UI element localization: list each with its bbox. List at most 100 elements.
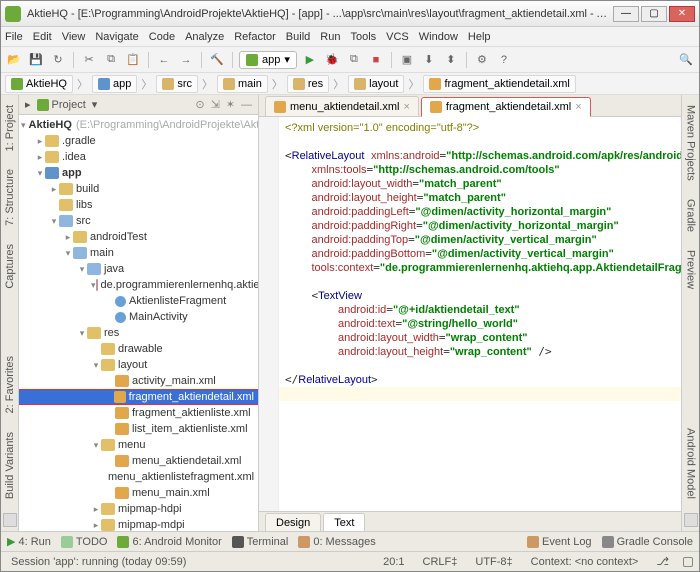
menu-file[interactable]: File — [5, 31, 23, 43]
tree-item[interactable]: ▾res — [19, 325, 258, 341]
save-icon[interactable]: 💾 — [27, 51, 45, 69]
menu-build[interactable]: Build — [286, 31, 310, 43]
tool-event-log[interactable]: Event Log — [527, 536, 592, 548]
crumb-res[interactable]: res — [287, 75, 329, 93]
tree-item[interactable]: ▸.gradle — [19, 133, 258, 149]
chevron-down-icon[interactable]: ▾ — [92, 98, 98, 111]
tree-item[interactable]: MainActivity — [19, 309, 258, 325]
gutter-corner-icon[interactable] — [684, 513, 698, 527]
tool-messages[interactable]: 0: Messages — [298, 536, 375, 548]
tree-item[interactable]: drawable — [19, 341, 258, 357]
tree-item[interactable]: ▸mipmap-mdpi — [19, 517, 258, 531]
tree-item[interactable]: ▸mipmap-hdpi — [19, 501, 258, 517]
tree-item[interactable]: activity_main.xml — [19, 373, 258, 389]
copy-icon[interactable]: ⧉ — [102, 51, 120, 69]
tree-item[interactable]: ▾menu — [19, 437, 258, 453]
close-button[interactable]: ✕ — [669, 6, 695, 22]
crumb-src[interactable]: src — [156, 75, 198, 93]
editor-tab-active[interactable]: fragment_aktiendetail.xml× — [421, 97, 591, 117]
line-gutter[interactable] — [259, 117, 279, 511]
tab-maven[interactable]: Maven Projects — [685, 101, 697, 185]
tab-preview[interactable]: Preview — [685, 246, 697, 293]
menu-analyze[interactable]: Analyze — [185, 31, 224, 43]
tree-item[interactable]: menu_main.xml — [19, 485, 258, 501]
crumb-layout[interactable]: layout — [348, 75, 404, 93]
tree-item[interactable]: ▾de.programmierenlernenhq.aktiehq.app — [19, 277, 258, 293]
gear-icon[interactable]: ⊙ — [195, 98, 204, 111]
tree-item[interactable]: ▸.idea — [19, 149, 258, 165]
collapse-icon[interactable]: ▸ — [25, 98, 31, 111]
tool-todo[interactable]: TODO — [61, 536, 108, 548]
back-icon[interactable]: ← — [155, 51, 173, 69]
tree-item-selected[interactable]: fragment_aktiendetail.xml — [19, 389, 258, 405]
run-button[interactable]: ▶ — [301, 51, 319, 69]
editor-tab[interactable]: menu_aktiendetail.xml× — [265, 96, 419, 116]
tree-item[interactable]: ▾main — [19, 245, 258, 261]
lock-icon[interactable] — [683, 557, 693, 567]
run-config-selector[interactable]: app ▾ — [239, 51, 297, 69]
crumb-file[interactable]: fragment_aktiendetail.xml — [423, 75, 575, 93]
tool-run[interactable]: ▶4: Run — [7, 535, 51, 548]
search-icon[interactable]: 🔍 — [677, 51, 695, 69]
tab-gradle[interactable]: Gradle — [685, 195, 697, 236]
menu-window[interactable]: Window — [419, 31, 458, 43]
make-icon[interactable]: 🔨 — [208, 51, 226, 69]
settings-icon[interactable]: ⚙ — [473, 51, 491, 69]
tool-terminal[interactable]: Terminal — [232, 536, 289, 548]
attach-icon[interactable]: ⧉ — [345, 51, 363, 69]
cut-icon[interactable]: ✂ — [80, 51, 98, 69]
code-area[interactable]: <?xml version="1.0" encoding="utf-8"?> <… — [279, 117, 681, 511]
tree-item[interactable]: AktienlisteFragment — [19, 293, 258, 309]
git-branch-icon[interactable]: ⎇ — [652, 555, 673, 568]
menu-tools[interactable]: Tools — [350, 31, 376, 43]
context-selector[interactable]: Context: <no context> — [527, 556, 643, 568]
ddms-icon[interactable]: ⬍ — [442, 51, 460, 69]
tree-item[interactable]: libs — [19, 197, 258, 213]
design-tab[interactable]: Design — [265, 513, 321, 531]
help-icon[interactable]: ? — [495, 51, 513, 69]
text-tab[interactable]: Text — [323, 513, 365, 531]
tree-item[interactable]: ▾java — [19, 261, 258, 277]
project-pane-header[interactable]: ▸ Project ▾ ⊙ ⇲ ✶ — — [19, 95, 258, 115]
open-icon[interactable]: 📂 — [5, 51, 23, 69]
crumb-module[interactable]: app — [92, 75, 137, 93]
gutter-corner-icon[interactable] — [3, 513, 17, 527]
tool-gradle-console[interactable]: Gradle Console — [602, 536, 693, 548]
crumb-main[interactable]: main — [217, 75, 268, 93]
tab-structure[interactable]: 7: Structure — [4, 165, 16, 230]
minimize-button[interactable]: — — [613, 6, 639, 22]
tree-item[interactable]: ▸build — [19, 181, 258, 197]
file-encoding[interactable]: UTF-8‡ — [471, 556, 516, 568]
expand-icon[interactable]: ⇲ — [211, 98, 220, 111]
paste-icon[interactable]: 📋 — [124, 51, 142, 69]
close-tab-icon[interactable]: × — [575, 101, 581, 113]
project-tree[interactable]: ▾AktieHQ(E:\Programming\AndroidProjekte\… — [19, 115, 258, 531]
hide-icon[interactable]: — — [241, 99, 252, 111]
tree-item[interactable]: ▾src — [19, 213, 258, 229]
tab-favorites[interactable]: 2: Favorites — [4, 352, 16, 417]
caret-position[interactable]: 20:1 — [379, 556, 408, 568]
tab-android-model[interactable]: Android Model — [685, 424, 697, 503]
tree-item[interactable]: ▸androidTest — [19, 229, 258, 245]
menu-view[interactable]: View — [62, 31, 86, 43]
tree-item-app[interactable]: ▾app — [19, 165, 258, 181]
menu-vcs[interactable]: VCS — [386, 31, 409, 43]
debug-button[interactable]: 🐞 — [323, 51, 341, 69]
forward-icon[interactable]: → — [177, 51, 195, 69]
sdk-icon[interactable]: ⬇ — [420, 51, 438, 69]
line-separator[interactable]: CRLF‡ — [419, 556, 462, 568]
tool-android-monitor[interactable]: 6: Android Monitor — [117, 536, 221, 548]
menu-run[interactable]: Run — [320, 31, 340, 43]
sync-icon[interactable]: ↻ — [49, 51, 67, 69]
tab-captures[interactable]: Captures — [4, 240, 16, 293]
menu-navigate[interactable]: Navigate — [95, 31, 138, 43]
tree-item[interactable]: menu_aktiendetail.xml — [19, 453, 258, 469]
tree-item[interactable]: menu_aktienlistefragment.xml — [19, 469, 258, 485]
avd-icon[interactable]: ▣ — [398, 51, 416, 69]
crumb-project[interactable]: AktieHQ — [5, 75, 73, 93]
tree-root[interactable]: ▾AktieHQ(E:\Programming\AndroidProjekte\… — [19, 117, 258, 133]
close-tab-icon[interactable]: × — [403, 101, 409, 113]
menu-help[interactable]: Help — [468, 31, 491, 43]
settings-icon[interactable]: ✶ — [226, 98, 235, 111]
menu-edit[interactable]: Edit — [33, 31, 52, 43]
